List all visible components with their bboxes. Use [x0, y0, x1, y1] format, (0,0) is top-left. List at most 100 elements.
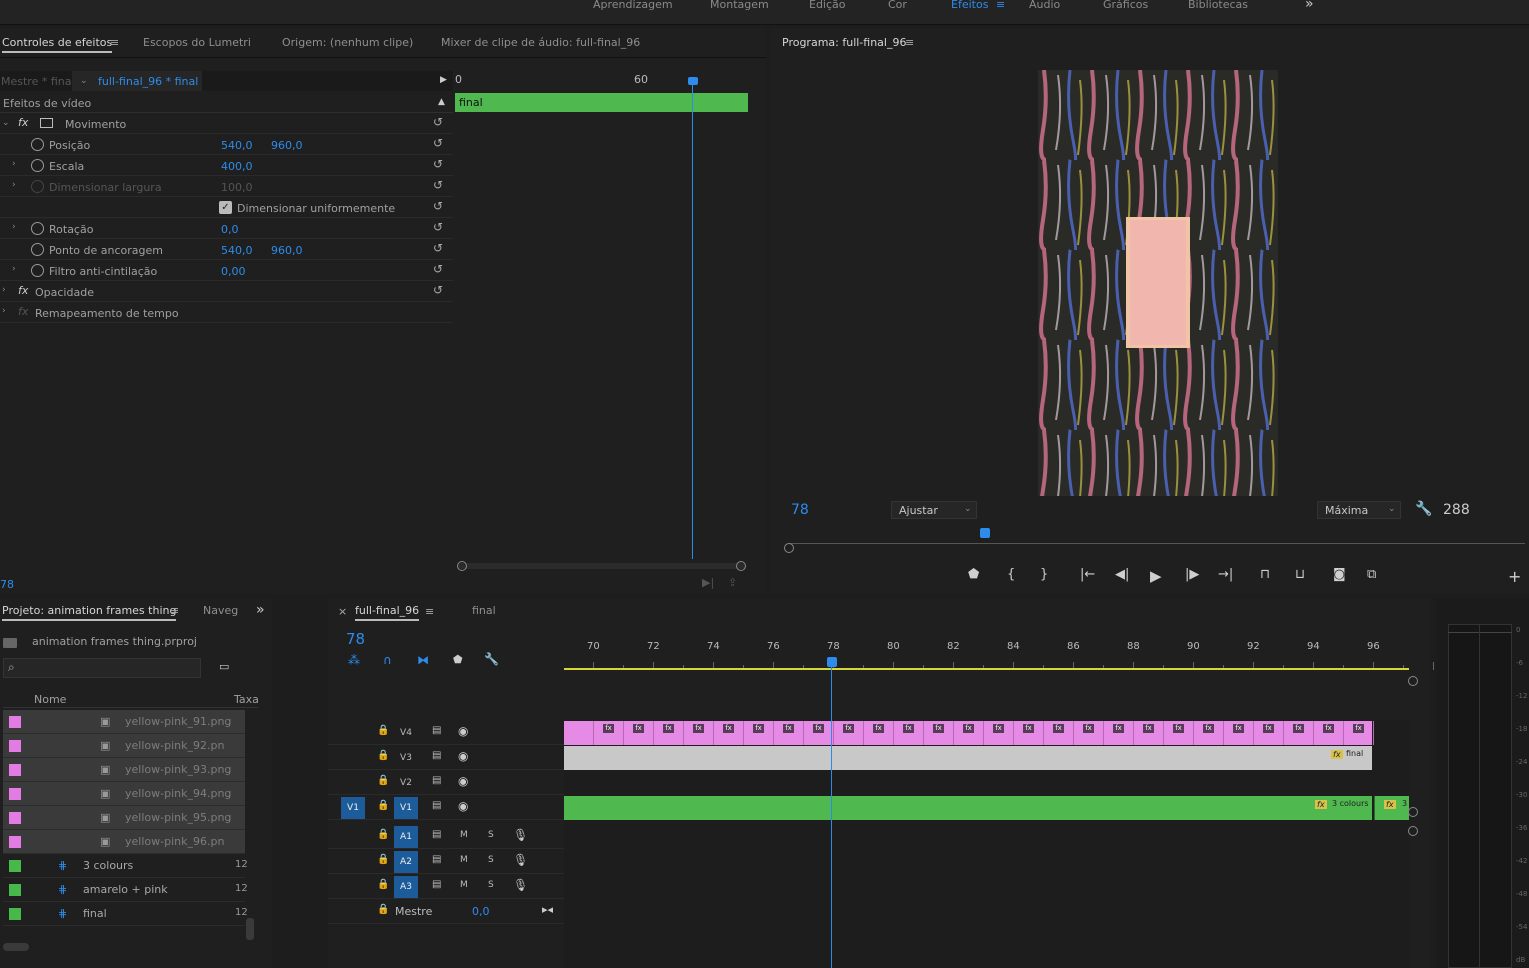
lock-icon[interactable]: 🔒	[377, 775, 389, 786]
tab-lumetri-scopes[interactable]: Escopos do Lumetri	[143, 36, 251, 49]
go-to-edit-icon[interactable]: ▸◂	[542, 903, 553, 916]
track-label[interactable]: V4	[394, 722, 418, 744]
label-color-swatch[interactable]	[9, 788, 21, 800]
image-clip[interactable]: fx	[894, 721, 924, 745]
effect-row-time-remap[interactable]: › fx Remapeamento de tempo	[0, 302, 453, 323]
extract-icon[interactable]: ⊔	[1295, 567, 1305, 582]
image-clip[interactable]: fx	[1104, 721, 1134, 745]
image-clip[interactable]: fx	[1284, 721, 1314, 745]
sync-icon[interactable]: ▤	[432, 879, 441, 890]
chevron-down-icon[interactable]: ⌄	[80, 76, 88, 86]
panel-menu-icon[interactable]: ≡	[905, 36, 914, 49]
tab-source[interactable]: Origem: (nenhum clipe)	[282, 36, 413, 49]
project-item[interactable]: ▣ yellow-pink_91.png	[3, 710, 245, 734]
image-clip[interactable]: fx	[1194, 721, 1224, 745]
project-item[interactable]: ⋕ 3 colours 12	[3, 854, 248, 878]
play-icon[interactable]: ▶	[1150, 567, 1162, 585]
wrench-icon[interactable]: 🔧	[484, 652, 499, 666]
stopwatch-icon[interactable]	[31, 264, 44, 277]
project-item[interactable]: ▣ yellow-pink_93.png	[3, 758, 245, 782]
mini-playhead[interactable]	[692, 79, 693, 559]
lock-icon[interactable]: 🔒	[377, 879, 389, 890]
image-clip[interactable]: fx	[1014, 721, 1044, 745]
tab-audio-clip-mixer[interactable]: Mixer de clipe de áudio: full-final_96	[441, 36, 640, 49]
reset-icon[interactable]: ↺	[433, 157, 443, 171]
reset-icon[interactable]: ↺	[433, 262, 443, 276]
program-monitor-title[interactable]: Programa: full-final_96	[782, 36, 906, 49]
column-name[interactable]: Nome	[34, 693, 66, 706]
close-tab-icon[interactable]: ×	[338, 605, 347, 618]
image-clip[interactable]: fx	[624, 721, 654, 745]
track-label[interactable]: A3	[394, 876, 418, 898]
timeline-playhead-handle[interactable]	[827, 657, 837, 667]
image-clip[interactable]: fx	[834, 721, 864, 745]
project-item[interactable]: ▣ yellow-pink_96.pn	[3, 830, 245, 854]
add-marker-icon[interactable]: ⬟	[968, 567, 979, 582]
lock-icon[interactable]: 🔒	[377, 750, 389, 761]
export-icon[interactable]: ⇪	[728, 576, 737, 589]
uniform-scale-checkbox[interactable]: ✓	[219, 201, 232, 214]
position-y-value[interactable]: 960,0	[271, 139, 303, 152]
workspace-tab-audio[interactable]: Áudio	[1029, 0, 1060, 11]
label-color-swatch[interactable]	[9, 908, 21, 920]
effect-row-opacidade[interactable]: › fx Opacidade ↺	[0, 281, 453, 302]
mark-out-icon[interactable]: }	[1040, 567, 1048, 582]
work-area-bar[interactable]	[564, 668, 1409, 670]
effect-timecode[interactable]: 78	[0, 578, 14, 591]
stopwatch-icon[interactable]	[31, 159, 44, 172]
lift-icon[interactable]: ⊓	[1260, 567, 1270, 582]
rotation-value[interactable]: 0,0	[221, 223, 239, 236]
chevron-right-icon[interactable]: ›	[12, 222, 16, 232]
source-patch-v1[interactable]: V1	[341, 797, 365, 819]
master-clip-label[interactable]: Mestre * final	[1, 75, 75, 88]
workspace-tab-graficos[interactable]: Gráficos	[1103, 0, 1148, 11]
reset-icon[interactable]: ↺	[433, 241, 443, 255]
image-clip[interactable]: fx	[1314, 721, 1344, 745]
image-clip[interactable]: fx	[864, 721, 894, 745]
image-clip[interactable]: fx	[594, 721, 624, 745]
mini-playhead-handle[interactable]	[688, 77, 698, 85]
microphone-icon[interactable]: 🎙	[513, 853, 528, 867]
image-clip[interactable]: fx	[1074, 721, 1104, 745]
project-item[interactable]: ▣ yellow-pink_95.png	[3, 806, 245, 830]
image-clip[interactable]: fx	[984, 721, 1014, 745]
image-clip[interactable]: fx	[1254, 721, 1284, 745]
project-scrollbar[interactable]	[246, 918, 254, 940]
eye-icon[interactable]: ◉	[458, 799, 468, 813]
image-clip[interactable]: fx	[1344, 721, 1374, 745]
collapse-icon[interactable]: ▲	[438, 97, 445, 107]
search-input[interactable]: ⌕	[3, 658, 201, 678]
step-forward-icon[interactable]: |▶	[1185, 567, 1199, 582]
sync-icon[interactable]: ▤	[432, 725, 441, 736]
stopwatch-icon[interactable]	[31, 243, 44, 256]
workspace-tab-efeitos[interactable]: Efeitos	[951, 0, 988, 11]
chevron-down-icon[interactable]: ⌄	[2, 118, 10, 128]
anchor-x-value[interactable]: 540,0	[221, 244, 253, 257]
reset-icon[interactable]: ↺	[433, 115, 443, 129]
zoom-select[interactable]: Ajustar ⌄	[891, 501, 977, 519]
program-timecode[interactable]: 78	[791, 502, 809, 518]
lock-icon[interactable]: 🔒	[377, 829, 389, 840]
quality-select[interactable]: Máxima ⌄	[1317, 501, 1401, 519]
microphone-icon[interactable]: 🎙	[513, 828, 528, 842]
image-clip[interactable]: fx	[774, 721, 804, 745]
workspace-tab-cor[interactable]: Cor	[888, 0, 907, 11]
more-panels-icon[interactable]: »	[256, 602, 265, 618]
add-button-icon[interactable]: +	[1508, 567, 1521, 586]
label-color-swatch[interactable]	[9, 884, 21, 896]
chevron-right-icon[interactable]: ›	[2, 306, 6, 316]
transform-icon[interactable]	[40, 118, 53, 128]
project-item[interactable]: ▣ yellow-pink_94.png	[3, 782, 245, 806]
effect-row-movimento[interactable]: ⌄ fx Movimento ↺	[0, 113, 453, 134]
reset-icon[interactable]: ↺	[433, 220, 443, 234]
linked-selection-icon[interactable]: ⧓	[417, 653, 429, 667]
sync-icon[interactable]: ▤	[432, 750, 441, 761]
program-scrub-bar[interactable]	[790, 543, 1525, 544]
clip-v4-image-sequence[interactable]: fx fx fx fx fx fx fx fx fx fx fx fx fx fx fx fx fx fx fx fx…	[564, 721, 1374, 745]
eye-icon[interactable]: ◉	[458, 774, 468, 788]
go-to-out-icon[interactable]: →|	[1218, 567, 1233, 582]
flicker-value[interactable]: 0,00	[221, 265, 246, 278]
tab-navigator[interactable]: Naveg	[203, 604, 238, 617]
lock-icon[interactable]: 🔒	[377, 904, 389, 915]
lock-icon[interactable]: 🔒	[377, 854, 389, 865]
